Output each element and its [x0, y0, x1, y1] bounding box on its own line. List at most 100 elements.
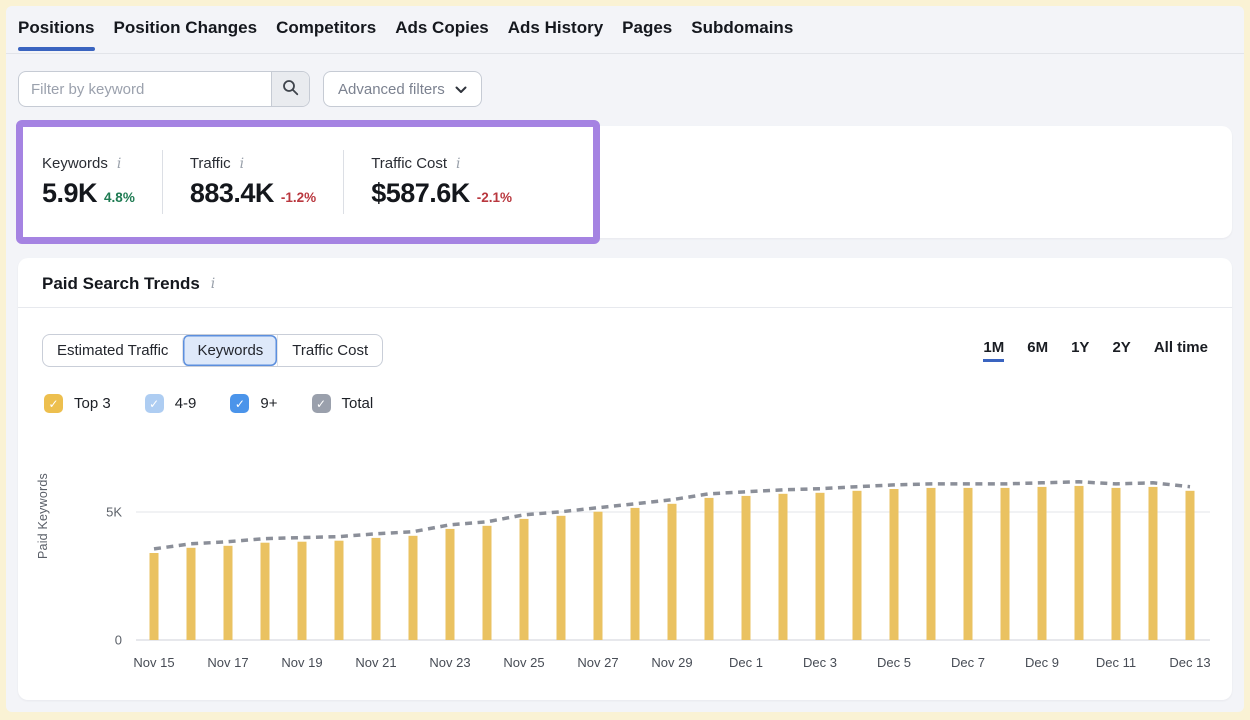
paid-keywords-chart: Paid Keywords 5K0Nov 15Nov 17Nov 19Nov 2…: [66, 455, 1232, 677]
bar[interactable]: [594, 512, 603, 640]
metric-traffic-cost-delta: -2.1%: [477, 190, 512, 205]
bar[interactable]: [1186, 491, 1195, 640]
bar[interactable]: [1001, 488, 1010, 640]
legend-item-top-3[interactable]: Top 3: [44, 394, 111, 413]
bar[interactable]: [1075, 486, 1084, 640]
legend-label-9plus: 9+: [260, 395, 277, 412]
metric-traffic-label: Traffic: [190, 155, 231, 172]
info-icon[interactable]: i: [209, 276, 217, 292]
checkbox-9plus-icon: [230, 394, 249, 413]
chevron-down-icon: [455, 81, 467, 98]
checkbox-total-icon: [312, 394, 331, 413]
svg-text:Nov 15: Nov 15: [133, 655, 174, 670]
bar[interactable]: [631, 508, 640, 640]
metric-keywords-label: Keywords: [42, 155, 108, 172]
tab-competitors[interactable]: Competitors: [276, 18, 376, 48]
y-axis-label: Paid Keywords: [36, 461, 50, 571]
svg-text:Dec 1: Dec 1: [729, 655, 763, 670]
report-tab-bar: Positions Position Changes Competitors A…: [6, 6, 1244, 54]
bar[interactable]: [261, 543, 270, 640]
metric-toggle-group: Estimated Traffic Keywords Traffic Cost: [42, 334, 383, 367]
segment-traffic-cost[interactable]: Traffic Cost: [277, 335, 382, 366]
bar[interactable]: [890, 489, 899, 640]
metric-traffic-delta: -1.2%: [281, 190, 316, 205]
bar[interactable]: [1149, 487, 1158, 640]
range-6m[interactable]: 6M: [1027, 339, 1048, 362]
time-range-selector: 1M 6M 1Y 2Y All time: [983, 339, 1208, 362]
bar[interactable]: [224, 546, 233, 640]
legend-item-total[interactable]: Total: [312, 394, 374, 413]
svg-text:0: 0: [115, 633, 122, 648]
bar[interactable]: [483, 526, 492, 640]
range-1y[interactable]: 1Y: [1071, 339, 1089, 362]
metric-keywords: Keywords i 5.9K 4.8%: [42, 155, 135, 209]
tab-pages[interactable]: Pages: [622, 18, 672, 48]
svg-text:Nov 17: Nov 17: [207, 655, 248, 670]
series-legend: Top 3 4-9 9+ Total: [44, 394, 1208, 413]
info-icon[interactable]: i: [238, 156, 246, 172]
segment-estimated-traffic[interactable]: Estimated Traffic: [43, 335, 182, 366]
metrics-summary-card: Keywords i 5.9K 4.8% Traffic i 883.4K -1…: [18, 126, 1232, 238]
keyword-filter-input[interactable]: [19, 72, 271, 106]
range-all-time[interactable]: All time: [1154, 339, 1208, 362]
svg-text:Nov 23: Nov 23: [429, 655, 470, 670]
bar[interactable]: [1038, 487, 1047, 640]
svg-text:Dec 9: Dec 9: [1025, 655, 1059, 670]
tab-ads-copies[interactable]: Ads Copies: [395, 18, 489, 48]
paid-search-trends-card: Paid Search Trends i Estimated Traffic K…: [18, 258, 1232, 700]
legend-item-9plus[interactable]: 9+: [230, 394, 277, 413]
legend-label-total: Total: [342, 395, 374, 412]
info-icon[interactable]: i: [454, 156, 462, 172]
legend-item-4-9[interactable]: 4-9: [145, 394, 197, 413]
bar[interactable]: [409, 536, 418, 640]
svg-text:Dec 5: Dec 5: [877, 655, 911, 670]
checkbox-4-9-icon: [145, 394, 164, 413]
bar[interactable]: [853, 491, 862, 640]
bar[interactable]: [150, 553, 159, 640]
bar[interactable]: [372, 538, 381, 640]
bar[interactable]: [335, 541, 344, 640]
bar[interactable]: [779, 494, 788, 640]
svg-text:Dec 7: Dec 7: [951, 655, 985, 670]
search-button[interactable]: [271, 72, 309, 106]
bar[interactable]: [520, 519, 529, 640]
trends-title: Paid Search Trends: [42, 274, 200, 294]
svg-text:Nov 19: Nov 19: [281, 655, 322, 670]
bar[interactable]: [668, 504, 677, 640]
advanced-filters-button[interactable]: Advanced filters: [323, 71, 482, 107]
info-icon[interactable]: i: [115, 156, 123, 172]
keyword-filter-group: [18, 71, 310, 107]
bar[interactable]: [298, 542, 307, 640]
range-1m[interactable]: 1M: [983, 339, 1004, 362]
bar[interactable]: [557, 516, 566, 640]
segment-keywords[interactable]: Keywords: [182, 335, 277, 366]
bar[interactable]: [964, 488, 973, 640]
checkbox-top-3-icon: [44, 394, 63, 413]
metric-keywords-delta: 4.8%: [104, 190, 135, 205]
bar[interactable]: [705, 498, 714, 640]
advanced-filters-label: Advanced filters: [338, 81, 445, 98]
svg-text:Dec 13: Dec 13: [1169, 655, 1210, 670]
bar[interactable]: [446, 529, 455, 640]
tab-positions[interactable]: Positions: [18, 18, 95, 48]
legend-label-top-3: Top 3: [74, 395, 111, 412]
trend-chart-svg: 5K0Nov 15Nov 17Nov 19Nov 21Nov 23Nov 25N…: [66, 455, 1216, 677]
tab-position-changes[interactable]: Position Changes: [114, 18, 258, 48]
tab-ads-history[interactable]: Ads History: [508, 18, 603, 48]
metric-keywords-value: 5.9K: [42, 178, 97, 209]
metric-traffic-value: 883.4K: [190, 178, 274, 209]
positions-report-page: Positions Position Changes Competitors A…: [6, 6, 1244, 712]
bar[interactable]: [1112, 488, 1121, 640]
bar[interactable]: [927, 488, 936, 640]
bar[interactable]: [742, 496, 751, 640]
svg-text:Nov 21: Nov 21: [355, 655, 396, 670]
svg-text:Nov 27: Nov 27: [577, 655, 618, 670]
bar[interactable]: [816, 493, 825, 640]
tab-subdomains[interactable]: Subdomains: [691, 18, 793, 48]
range-2y[interactable]: 2Y: [1112, 339, 1130, 362]
trends-header: Paid Search Trends i: [18, 258, 1232, 308]
search-icon: [282, 79, 299, 99]
divider: [343, 150, 344, 214]
bar[interactable]: [187, 548, 196, 640]
svg-text:Nov 25: Nov 25: [503, 655, 544, 670]
